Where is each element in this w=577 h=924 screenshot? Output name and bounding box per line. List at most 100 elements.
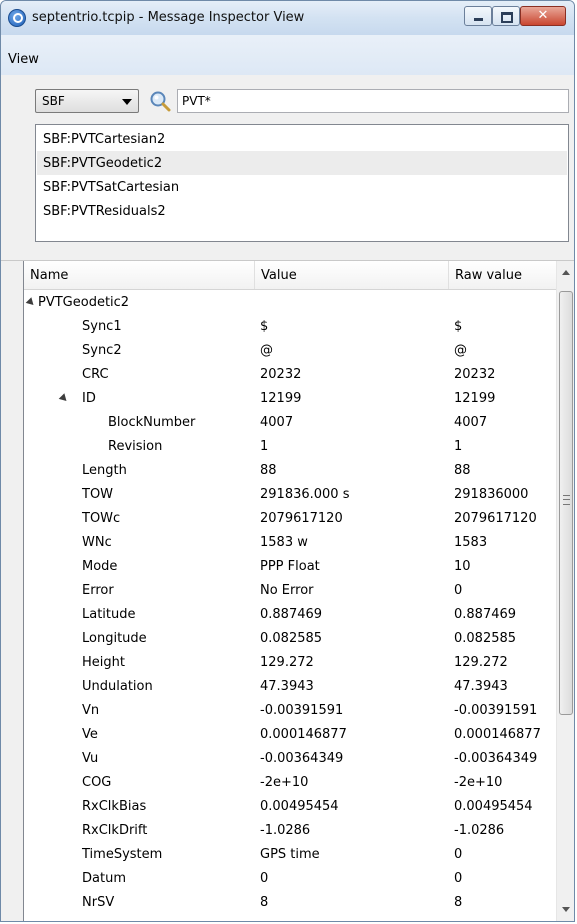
field-value: 4007 [260,415,294,430]
field-raw-value: -2e+10 [454,775,503,790]
field-name: Height [82,655,125,670]
field-raw-value: 0 [454,847,463,862]
field-name: Mode [82,559,118,574]
field-raw-value: 0.887469 [454,607,517,622]
field-name: Latitude [82,607,136,622]
column-header-raw-value[interactable]: Raw value [449,261,558,289]
menu-view[interactable]: View [8,52,39,67]
field-raw-value: 0 [454,871,463,886]
field-value: 0.887469 [260,607,323,622]
tree-row[interactable]: Vn -0.00391591 -0.00391591 [24,698,557,722]
tree-row[interactable]: CRC 20232 20232 [24,362,557,386]
field-raw-value: 12199 [454,391,496,406]
field-name: Longitude [82,631,147,646]
tree-row[interactable]: Revision 1 1 [24,434,557,458]
message-inspector-window: septentrio.tcpip - Message Inspector Vie… [0,0,575,922]
tree-row[interactable]: Length 88 88 [24,458,557,482]
tree-row[interactable]: WNc 1583 w 1583 [24,530,557,554]
search-icon[interactable] [149,90,171,112]
field-name: TimeSystem [82,847,163,862]
tree-row[interactable]: PVTGeodetic2 [24,290,557,314]
minimize-button[interactable] [464,6,492,26]
field-value: $ [260,319,269,334]
field-name: TOW [82,487,114,502]
scrollbar-thumb[interactable] [559,291,573,715]
field-value: 0.00495454 [260,799,339,814]
message-list-item[interactable]: SBF:PVTResiduals2 [37,199,567,223]
title-bar[interactable]: septentrio.tcpip - Message Inspector Vie… [1,1,574,35]
field-tree[interactable]: Name Value Raw value PVTGeodetic2 Sync1 $ $… [23,261,574,921]
column-header-name[interactable]: Name [24,261,255,289]
tree-row[interactable]: Ve 0.000146877 0.000146877 [24,722,557,746]
field-raw-value: 291836000 [454,487,529,502]
tree-row[interactable]: Sync2 @ @ [24,338,557,362]
field-value: -2e+10 [260,775,309,790]
field-name: Vn [82,703,100,718]
field-value: 12199 [260,391,302,406]
maximize-button[interactable] [492,6,520,26]
message-list-item[interactable]: SBF:PVTGeodetic2 [37,151,567,175]
grip-icon [563,495,570,505]
field-value: 0.000146877 [260,727,347,742]
tree-row[interactable]: Undulation 47.3943 47.3943 [24,674,557,698]
tree-row[interactable]: Vu -0.00364349 -0.00364349 [24,746,557,770]
message-list-item[interactable]: SBF:PVTSatCartesian [37,175,567,199]
field-raw-value: -1.0286 [454,823,505,838]
tree-row[interactable]: Longitude 0.082585 0.082585 [24,626,557,650]
expand-arrow-icon[interactable] [25,297,37,308]
field-value: 291836.000 s [260,487,350,502]
tree-row[interactable]: RxClkBias 0.00495454 0.00495454 [24,794,557,818]
field-name: Length [82,463,127,478]
tree-row[interactable]: Height 129.272 129.272 [24,650,557,674]
field-raw-value: 1583 [454,535,488,550]
field-name: Datum [82,871,126,886]
tree-row[interactable]: Datum 0 0 [24,866,557,890]
tree-row[interactable]: RxClkDrift -1.0286 -1.0286 [24,818,557,842]
tree-row[interactable]: Mode PPP Float 10 [24,554,557,578]
tree-body: PVTGeodetic2 Sync1 $ $ Sync2 @ @ CRC 20232 20232 I… [24,290,557,921]
field-value: 2079617120 [260,511,343,526]
field-name: TOWc [82,511,121,526]
field-value: -0.00391591 [260,703,344,718]
message-list-item[interactable]: SBF:PVTCartesian2 [37,127,567,151]
field-name: ID [82,391,96,406]
field-name: Revision [108,439,163,454]
app-icon [8,9,26,27]
field-value: GPS time [260,847,320,862]
tree-row[interactable]: Sync1 $ $ [24,314,557,338]
field-raw-value: 2079617120 [454,511,537,526]
field-value: 0 [260,871,269,886]
field-raw-value: $ [454,319,463,334]
tree-row[interactable]: Latitude 0.887469 0.887469 [24,602,557,626]
tree-row[interactable]: Error No Error 0 [24,578,557,602]
field-value: 1583 w [260,535,308,550]
message-list[interactable]: SBF:PVTCartesian2 SBF:PVTGeodetic2 SBF:PVT… [35,124,569,242]
tree-row[interactable]: BlockNumber 4007 4007 [24,410,557,434]
format-combobox[interactable]: SBF [35,89,139,113]
scroll-up-arrow-icon[interactable] [562,270,570,275]
field-raw-value: 1 [454,439,463,454]
field-name: PVTGeodetic2 [38,295,130,310]
field-value: -0.00364349 [260,751,344,766]
expand-arrow-icon[interactable] [58,393,70,404]
chevron-down-icon[interactable] [122,99,132,105]
field-raw-value: -0.00391591 [454,703,538,718]
scroll-down-arrow-icon[interactable] [562,907,570,912]
tree-row[interactable]: NrSV 8 8 [24,890,557,914]
tree-row[interactable]: TOW 291836.000 s 291836000 [24,482,557,506]
tree-row[interactable]: ID 12199 12199 [24,386,557,410]
close-button[interactable]: ✕ [520,6,566,26]
vertical-scrollbar[interactable] [556,261,574,921]
column-header-value[interactable]: Value [255,261,449,289]
tree-row[interactable]: COG -2e+10 -2e+10 [24,770,557,794]
tree-header: Name Value Raw value [24,261,558,290]
tree-row[interactable]: TimeSystem GPS time 0 [24,842,557,866]
field-value: 88 [260,463,277,478]
field-name: Sync2 [82,343,122,358]
field-raw-value: @ [454,343,467,358]
filter-input[interactable] [177,89,569,113]
window-title: septentrio.tcpip - Message Inspector Vie… [32,10,305,25]
tree-row[interactable]: TOWc 2079617120 2079617120 [24,506,557,530]
field-raw-value: 20232 [454,367,496,382]
field-raw-value: 8 [454,895,463,910]
